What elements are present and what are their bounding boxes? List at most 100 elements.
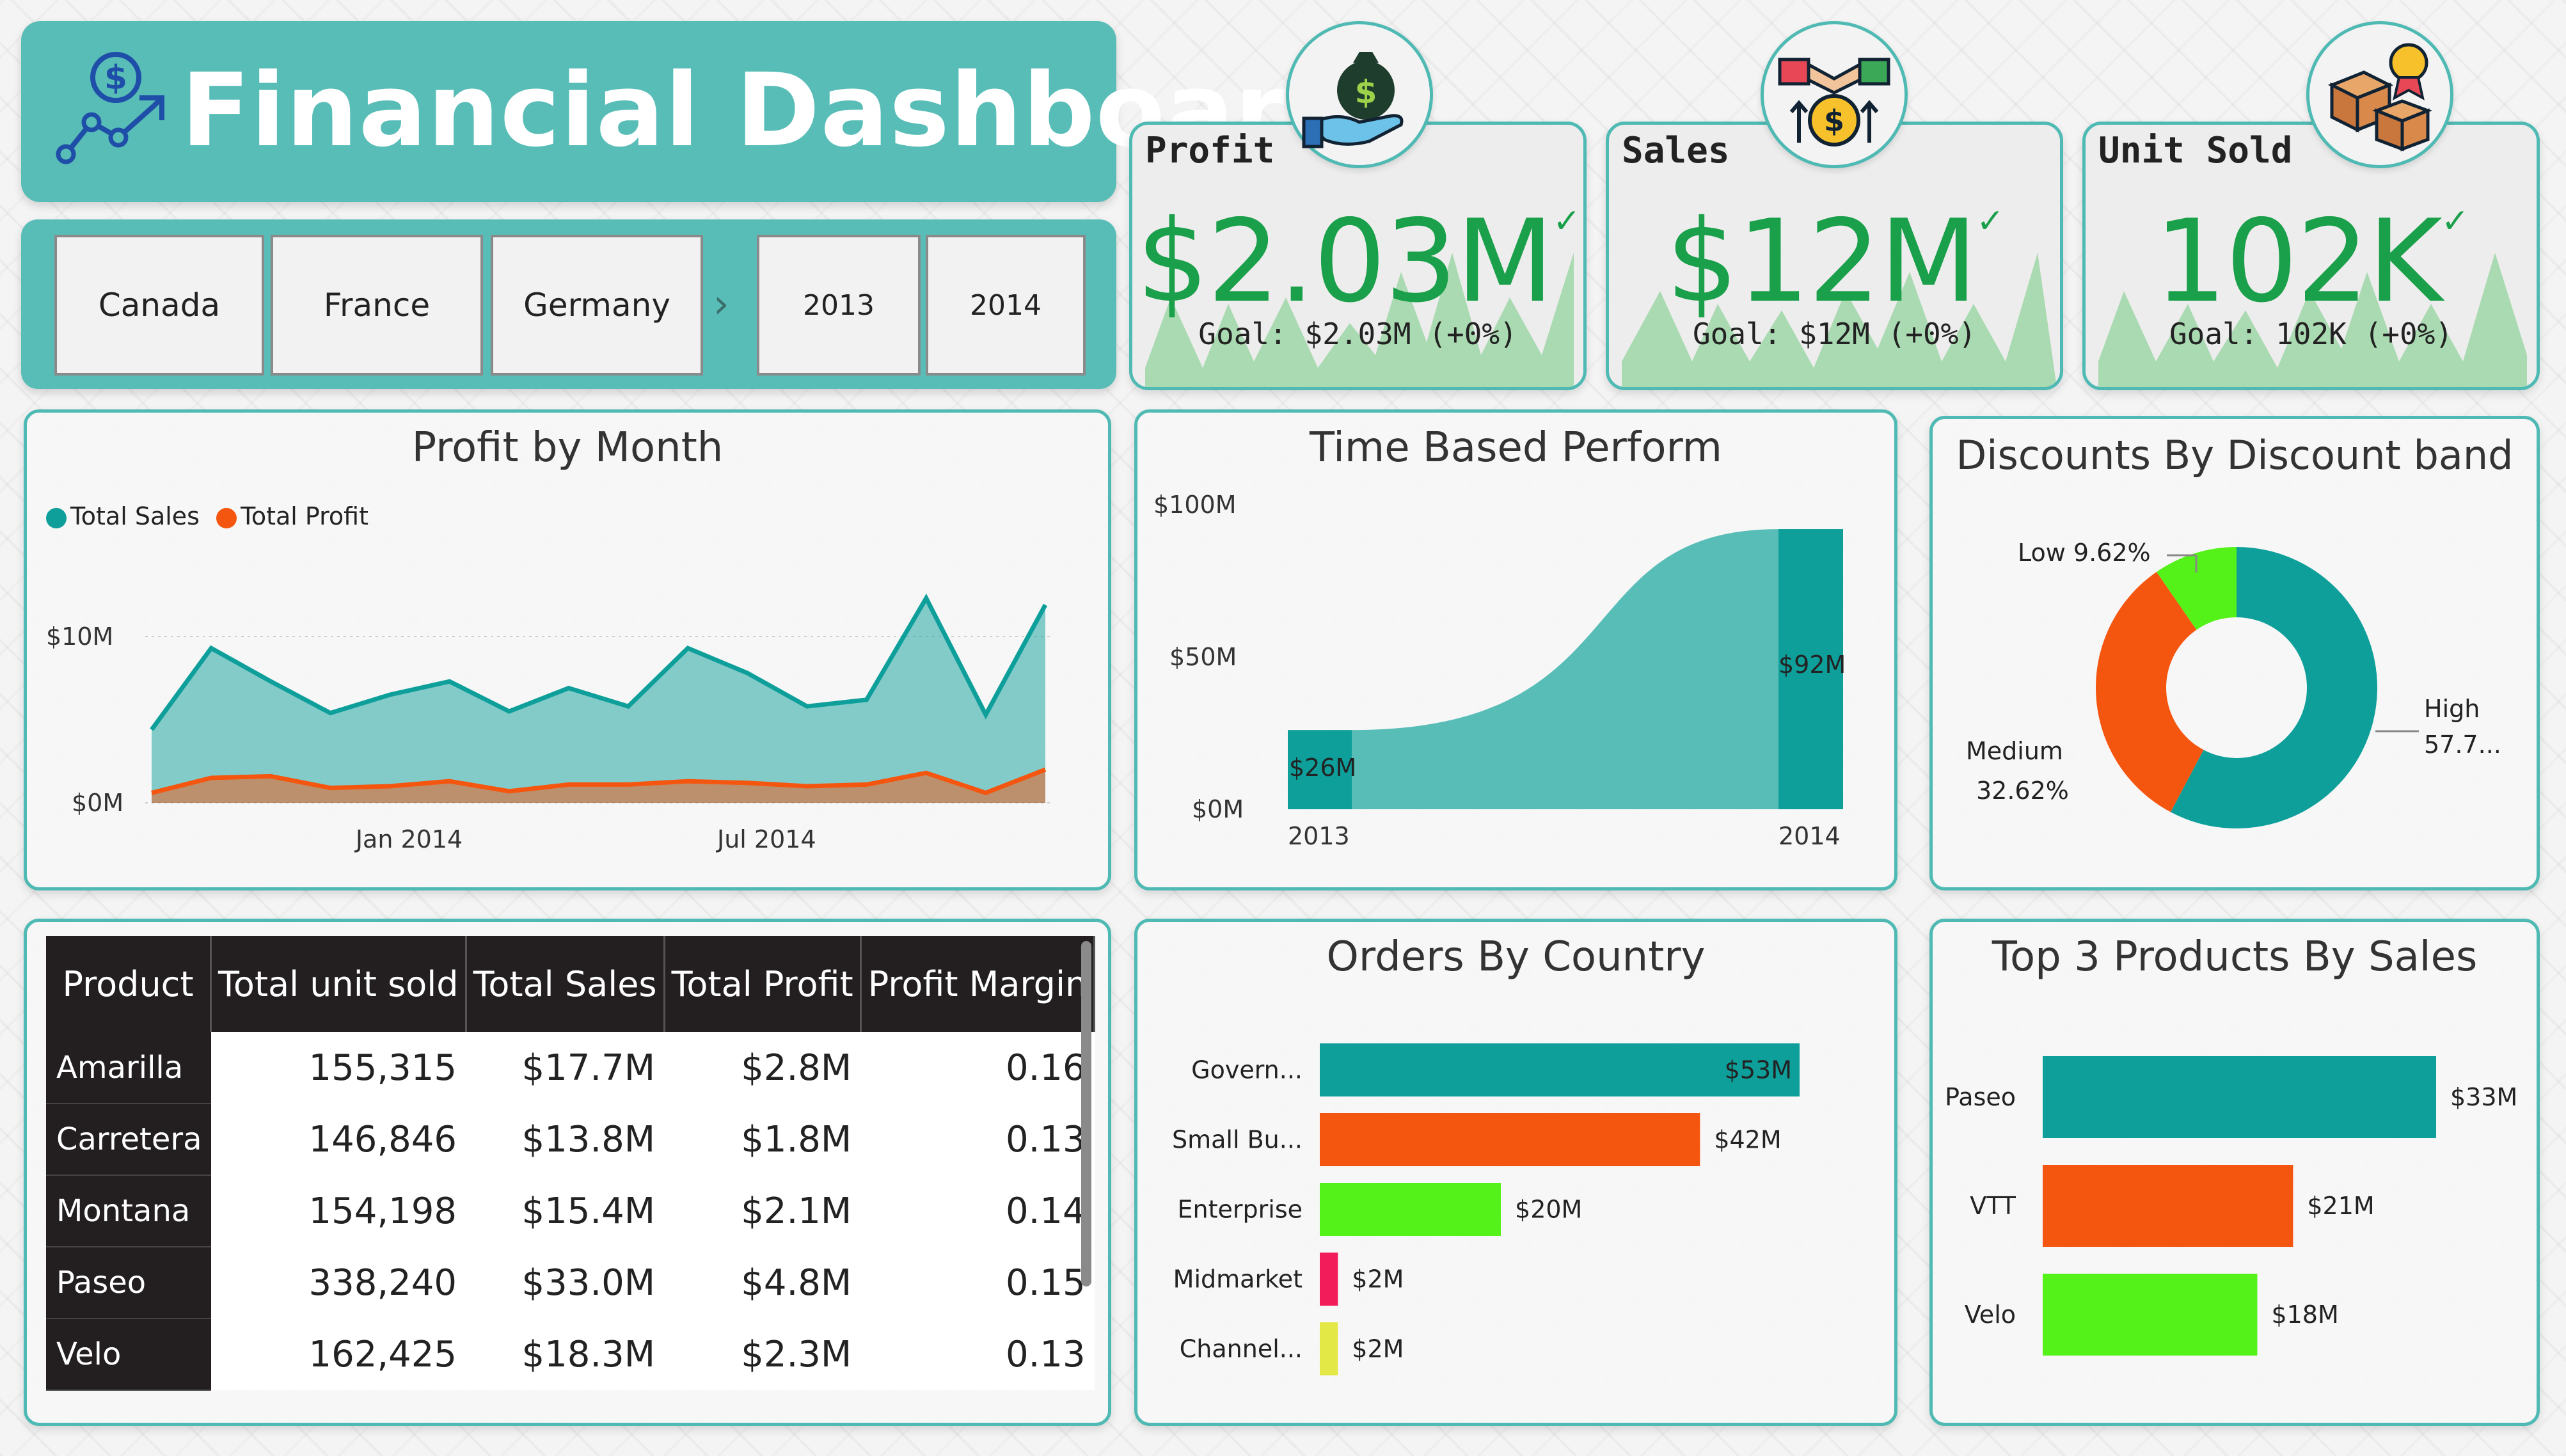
cell-product: Montana: [46, 1175, 211, 1247]
cell-units: 146,846: [210, 1104, 466, 1175]
top-products-chart: Paseo $33M VTT $21M Velo $18M: [1945, 1056, 2517, 1356]
slicer-country-germany[interactable]: Germany: [491, 235, 703, 376]
product-table: Product Total unit sold Total Sales Tota…: [46, 936, 1096, 1391]
cell-units: 154,198: [210, 1175, 466, 1247]
boxes-badge-icon: [2327, 43, 2432, 152]
cell-units: 155,315: [210, 1032, 466, 1104]
category-label: Small Bu...: [1172, 1126, 1303, 1154]
y-tick-label: $100M: [1153, 491, 1237, 519]
cell-margin: 0.13: [860, 1318, 1095, 1390]
column-header-product[interactable]: Product: [46, 936, 212, 1032]
kpi-units-value-text: 102K: [2154, 195, 2442, 328]
x-tick-label: 2014: [1778, 822, 1841, 850]
cell-profit: $2.8M: [664, 1032, 861, 1104]
column-header-margin[interactable]: Profit Margin: [860, 936, 1096, 1032]
table-row[interactable]: Paseo 338,240 $33.0M $4.8M 0.15: [46, 1247, 1095, 1319]
category-label: VTT: [1970, 1192, 2016, 1220]
discounts-panel: Discounts By Discount band Low 9.62% Hig…: [1929, 416, 2540, 890]
x-tick-label: 2013: [1288, 822, 1350, 850]
cell-sales: $18.3M: [466, 1318, 665, 1390]
y-tick-label: $0M: [1192, 795, 1244, 823]
bar-2: [1320, 1183, 1501, 1236]
category-label: Govern...: [1191, 1056, 1303, 1084]
data-label: $18M: [2271, 1301, 2338, 1329]
orders-by-country-panel: Orders By Country Govern... $53M Small Bu.…: [1134, 919, 1897, 1426]
cell-margin: 0.14: [860, 1175, 1095, 1247]
series-area-total-sales: [152, 598, 1045, 803]
checkmark-icon: ✓: [1553, 202, 1581, 241]
y-tick-label: $10M: [46, 622, 113, 651]
dashboard-title-banner: $ Financial Dashboard: [21, 21, 1358, 202]
table-row[interactable]: Montana 154,198 $15.4M $2.1M 0.14: [46, 1175, 1095, 1247]
y-tick-label: $0M: [72, 789, 123, 817]
table-row[interactable]: Amarilla 155,315 $17.7M $2.8M 0.16: [46, 1032, 1095, 1104]
svg-text:$: $: [104, 59, 127, 97]
slicer-scroll-arrow[interactable]: ›: [713, 280, 729, 327]
bar-1: [1320, 1113, 1700, 1166]
product-table-panel: Product Total unit sold Total Sales Tota…: [24, 919, 1111, 1426]
table-scrollbar[interactable]: [1081, 941, 1091, 1286]
ribbon-area: [1288, 529, 1843, 809]
bar-0: [2043, 1056, 2436, 1138]
orders-by-country-chart: Govern... $53M Small Bu... $42M Enterprise $2…: [1172, 1043, 1800, 1375]
bar-2: [2043, 1274, 2258, 1356]
top-products-panel: Top 3 Products By Sales Paseo $33M VTT $21M…: [1929, 919, 2540, 1426]
kpi-profit-icon-badge: $: [1286, 21, 1433, 168]
profit-by-month-chart: $0M $10M Jan 2014 Jul 2014: [46, 593, 1052, 853]
discount-label-high-name: High: [2424, 695, 2480, 723]
table-row[interactable]: Velo 162,425 $18.3M $2.3M 0.13: [46, 1318, 1095, 1391]
data-label-2013: $26M: [1289, 754, 1356, 782]
cell-units: 162,425: [210, 1318, 466, 1390]
slicer-country-canada[interactable]: Canada: [54, 235, 264, 376]
bar-3: [1320, 1253, 1338, 1306]
category-label: Velo: [1965, 1301, 2016, 1329]
table-row[interactable]: Carretera 146,846 $13.8M $1.8M 0.13: [46, 1104, 1095, 1176]
kpi-sales-icon-badge: $: [1761, 21, 1908, 168]
data-label: $21M: [2307, 1192, 2374, 1220]
data-label: $42M: [1714, 1126, 1781, 1154]
discount-label-low: Low 9.62%: [2018, 539, 2151, 567]
cell-margin: 0.15: [860, 1247, 1095, 1318]
time-based-chart: $26M $92M $0M $50M $100M 2013 2014: [1153, 491, 1846, 850]
cell-sales: $15.4M: [466, 1175, 665, 1247]
cell-sales: $13.8M: [466, 1104, 665, 1175]
cell-product: Paseo: [46, 1247, 211, 1319]
discount-label-medium-name: Medium: [1966, 737, 2063, 765]
data-label: $33M: [2450, 1083, 2517, 1111]
kpi-card-units: Unit Sold 102K✓ Goal: 102K (+0%): [2082, 122, 2540, 390]
category-label: Midmarket: [1173, 1265, 1303, 1294]
x-tick-label: Jul 2014: [716, 825, 816, 853]
handshake-coin-icon: $: [1778, 58, 1890, 146]
category-label: Paseo: [1945, 1083, 2016, 1111]
column-header-profit[interactable]: Total Profit: [664, 936, 862, 1032]
svg-text:$: $: [1824, 104, 1844, 138]
data-label: $2M: [1352, 1265, 1404, 1294]
slicer-year-2014[interactable]: 2014: [926, 235, 1086, 376]
kpi-units-label: Unit Sold: [2098, 130, 2293, 171]
x-tick-label: Jan 2014: [354, 825, 463, 853]
filter-slicer-bar: Canada France Germany › 2013 2014: [21, 219, 1116, 389]
kpi-profit-label: Profit: [1145, 130, 1275, 171]
cell-margin: 0.16: [860, 1032, 1095, 1104]
cell-profit: $2.3M: [664, 1318, 861, 1390]
column-header-sales[interactable]: Total Sales: [466, 936, 665, 1032]
profit-by-month-panel: Profit by Month Total Sales Total Profit…: [24, 409, 1111, 890]
discount-label-high-value: 57.7...: [2424, 731, 2501, 759]
kpi-profit-value: $2.03M✓: [1132, 205, 1583, 319]
data-label: $2M: [1352, 1335, 1404, 1363]
discounts-donut-chart: Low 9.62% High 57.7... Medium 32.62%: [1966, 539, 2501, 828]
slicer-country-france[interactable]: France: [271, 235, 483, 376]
column-header-units[interactable]: Total unit sold: [210, 936, 467, 1032]
svg-text:$: $: [1355, 74, 1377, 111]
cell-product: Carretera: [46, 1104, 211, 1176]
slicer-year-2013[interactable]: 2013: [757, 235, 921, 376]
kpi-units-goal: Goal: 102K (+0%): [2169, 317, 2453, 351]
cell-sales: $17.7M: [466, 1032, 665, 1104]
cell-product: Velo: [46, 1318, 211, 1391]
kpi-profit-value-text: $2.03M: [1136, 195, 1554, 328]
kpi-profit-goal: Goal: $2.03M (+0%): [1198, 317, 1517, 351]
checkmark-icon: ✓: [1976, 202, 2004, 241]
cell-units: 338,240: [210, 1247, 466, 1318]
bar-4: [1320, 1322, 1338, 1375]
table-header-row: Product Total unit sold Total Sales Tota…: [46, 936, 1096, 1032]
